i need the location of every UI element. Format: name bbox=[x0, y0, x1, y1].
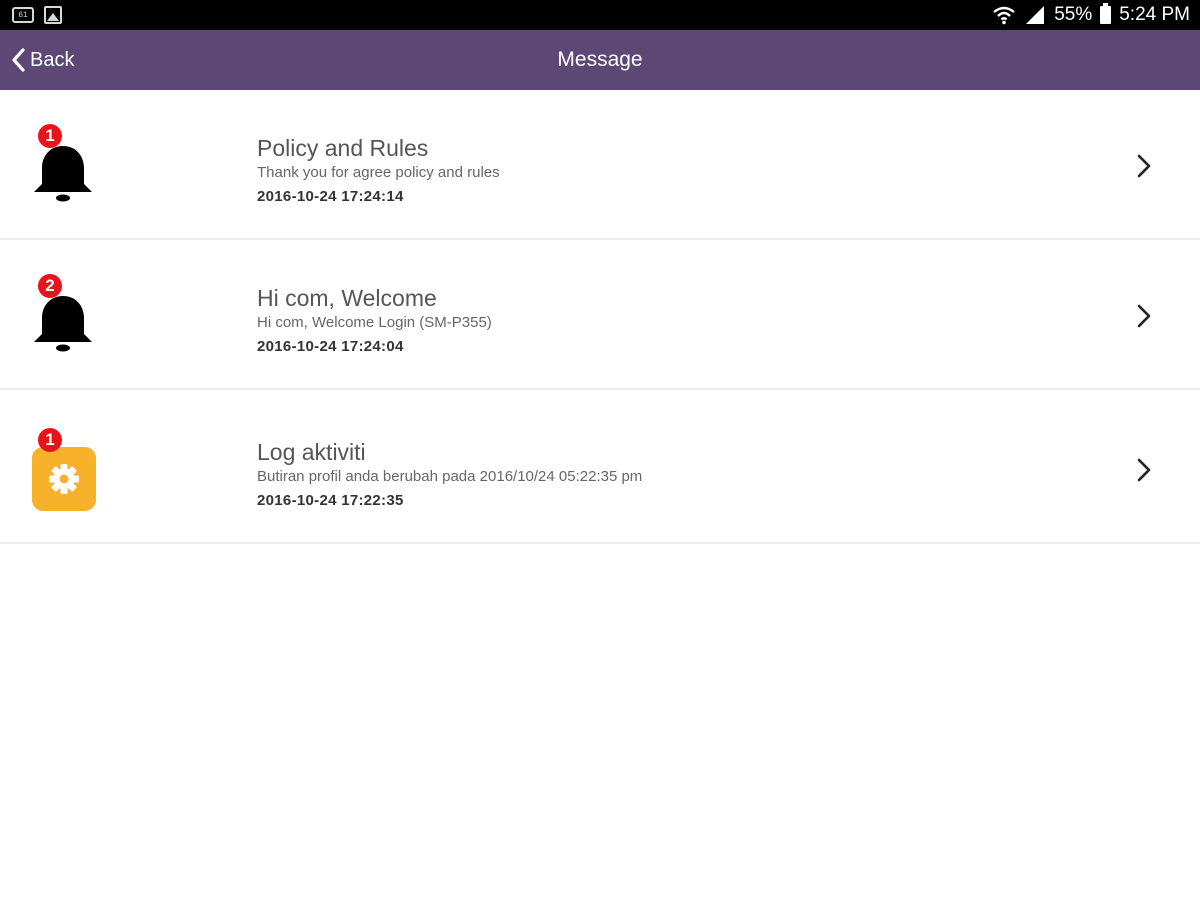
status-bar-left: 61 bbox=[12, 6, 62, 24]
wifi-icon bbox=[993, 6, 1015, 25]
unread-count-badge: 1 bbox=[38, 428, 62, 452]
message-subtitle: Thank you for agree policy and rules bbox=[257, 164, 500, 181]
gear-icon bbox=[32, 447, 96, 511]
message-icon: 1 bbox=[28, 120, 100, 210]
battery-percent: 55% bbox=[1054, 4, 1093, 25]
message-subtitle: Hi com, Welcome Login (SM-P355) bbox=[257, 314, 492, 331]
signal-icon bbox=[1026, 6, 1045, 24]
message-text: Log aktiviti Butiran profil anda berubah… bbox=[257, 438, 642, 514]
message-item[interactable]: 2 Hi com, Welcome Hi com, Welcome Login … bbox=[0, 240, 1200, 390]
message-list: 1 Policy and Rules Thank you for agree p… bbox=[0, 90, 1200, 544]
message-item[interactable]: 1 Policy and Rules Thank you for agree p… bbox=[0, 90, 1200, 240]
message-timestamp: 2016-10-24 17:24:14 bbox=[257, 188, 404, 205]
message-timestamp: 2016-10-24 17:24:04 bbox=[257, 338, 404, 355]
message-icon: 1 bbox=[28, 424, 100, 514]
message-text: Hi com, Welcome Hi com, Welcome Login (S… bbox=[257, 284, 492, 360]
unread-count-badge: 2 bbox=[38, 274, 62, 298]
battery-icon bbox=[1100, 3, 1112, 24]
bell-icon bbox=[34, 146, 92, 202]
chevron-right-icon bbox=[1137, 458, 1151, 482]
status-bar: 61 55% 5:24 PM bbox=[0, 0, 1200, 30]
message-title: Hi com, Welcome bbox=[257, 285, 437, 311]
message-subtitle: Butiran profil anda berubah pada 2016/10… bbox=[257, 468, 643, 485]
message-text: Policy and Rules Thank you for agree pol… bbox=[257, 134, 500, 210]
chevron-right-icon bbox=[1137, 154, 1151, 178]
gallery-icon bbox=[44, 6, 62, 24]
unread-count-badge: 1 bbox=[38, 124, 62, 148]
notification-app-icon: 61 bbox=[12, 7, 34, 23]
chevron-left-icon bbox=[12, 48, 25, 72]
message-title: Log aktiviti bbox=[257, 439, 366, 465]
message-icon: 2 bbox=[28, 270, 100, 360]
page-title: Message bbox=[557, 48, 643, 71]
bell-icon bbox=[34, 296, 92, 352]
notification-app-icon-label: 61 bbox=[18, 10, 28, 20]
status-bar-right: 55% 5:24 PM bbox=[992, 3, 1190, 26]
chevron-right-icon bbox=[1137, 304, 1151, 328]
app-bar: Back Message bbox=[0, 30, 1200, 90]
message-title: Policy and Rules bbox=[257, 135, 429, 161]
back-button[interactable]: Back bbox=[10, 30, 74, 90]
message-item[interactable]: 1 Log aktiviti Butiran profil anda berub… bbox=[0, 394, 1200, 544]
back-label: Back bbox=[30, 48, 75, 71]
message-timestamp: 2016-10-24 17:22:35 bbox=[257, 492, 404, 509]
status-time: 5:24 PM bbox=[1119, 4, 1190, 25]
